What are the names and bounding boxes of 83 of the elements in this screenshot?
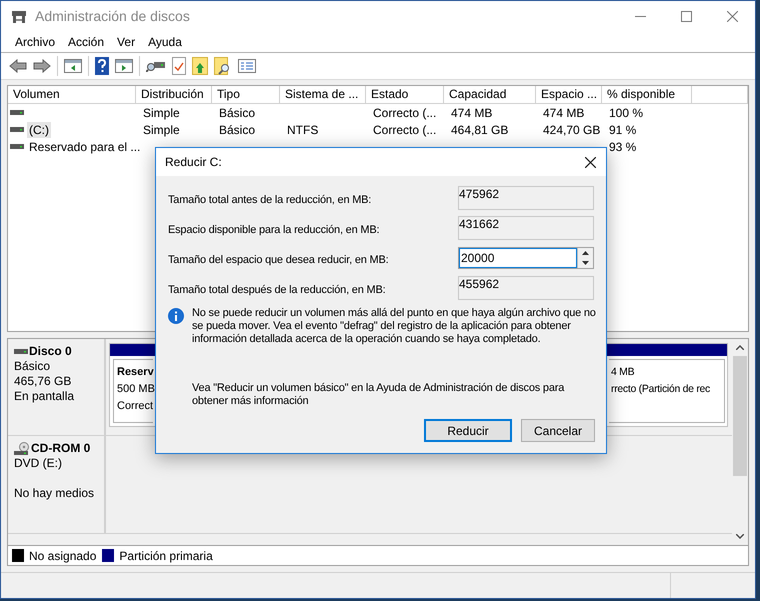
column-header[interactable]: % disponible [602, 86, 692, 103]
spin-up-icon[interactable] [582, 251, 589, 255]
table-cell-text: 464,81 GB [450, 122, 510, 138]
disk-name[interactable]: CD-ROM 0 [31, 441, 90, 456]
table-cell-text: Simple [142, 104, 181, 122]
cd-drive-icon [14, 442, 30, 456]
maximize-icon[interactable] [680, 11, 692, 22]
partition[interactable]: Reserv 500 MB Correct [113, 359, 153, 423]
legend-label: No asignado [29, 548, 96, 564]
menu-item[interactable]: Ver [111, 33, 142, 51]
field-label: Tamaño total después de la reducción, en MB: [168, 282, 386, 298]
table-cell-text: Simple [142, 122, 181, 138]
legend-label: Partición primaria [119, 548, 213, 564]
table-cell-text: Correcto (... [372, 104, 438, 122]
table-cell-text: 474 MB [542, 104, 586, 122]
table-cell-text: 100 % [608, 104, 644, 122]
help-text: Vea "Reducir un volumen básico" en la Ayuda de Administración de discos para obtener más información [192, 382, 566, 408]
scroll-up-icon[interactable] [736, 345, 744, 350]
column-header[interactable]: Capacidad [444, 86, 536, 103]
drive-icon [10, 126, 24, 132]
readonly-field: 431662 [458, 216, 594, 240]
table-cell-text: Básico [218, 104, 256, 122]
disk-detail: Básico [14, 359, 52, 374]
disk-detail: 465,76 GB [14, 374, 72, 389]
column-header[interactable]: Distribución [136, 86, 212, 103]
back-arrow-icon[interactable] [9, 59, 27, 73]
field-label: Espacio disponible para la reducción, en MB: [168, 222, 380, 238]
panel-icon[interactable] [115, 59, 133, 73]
menu-item[interactable]: Acción [62, 33, 110, 51]
close-icon[interactable] [585, 156, 596, 168]
readonly-field: 455962 [458, 276, 594, 300]
drive-icon [10, 144, 24, 150]
table-cell-text: 93 % [608, 138, 638, 156]
column-header[interactable]: Tipo [212, 86, 280, 103]
minimize-icon[interactable] [634, 15, 646, 18]
forward-arrow-icon[interactable] [33, 59, 51, 73]
menu-item[interactable]: Archivo [9, 33, 62, 51]
folder-up-icon[interactable] [192, 57, 208, 75]
column-header[interactable]: Estado [366, 86, 444, 103]
panel-icon[interactable] [64, 59, 82, 73]
checklist-icon[interactable] [172, 57, 186, 75]
partition[interactable]: 4 MB rrecto (Partición de rec [609, 359, 725, 423]
menu-item[interactable]: Ayuda [142, 33, 188, 51]
scroll-thumb[interactable] [733, 356, 747, 476]
media-status: No hay medios [14, 486, 96, 501]
column-header[interactable]: Volumen [8, 86, 136, 103]
readonly-field: 475962 [458, 186, 594, 210]
dialog-button[interactable]: Cancelar [521, 419, 595, 442]
volume-name[interactable]: (C:) [27, 122, 51, 138]
scrollbar[interactable] [732, 339, 748, 545]
partition-size: 4 MB [611, 365, 636, 380]
help-icon[interactable] [95, 57, 109, 75]
drive-icon [10, 110, 24, 116]
info-icon [168, 308, 184, 324]
partition-status: rrecto (Partición de rec [611, 382, 712, 397]
size-input[interactable]: 20000 [459, 248, 577, 268]
column-header[interactable]: Sistema de ... [280, 86, 366, 103]
disk-name[interactable]: Disco 0 [29, 344, 72, 359]
window-title: Administración de discos [35, 7, 190, 26]
partition-status: Correct [117, 399, 153, 414]
list-window-icon[interactable] [238, 59, 256, 73]
partition-title: Reserv [117, 365, 153, 380]
scroll-down-icon[interactable] [736, 534, 744, 539]
table-cell-text: 91 % [608, 122, 638, 138]
field-label: Tamaño del espacio que desea reducir, en MB: [168, 252, 390, 268]
table-cell-text: 474 MB [450, 104, 494, 122]
info-text: No se puede reducir un volumen más allá del punto en que haya algún archivo que no se pueda mover. Vea el evento "defrag" del registro de la aplicación para obtener información detallada acerca de la operación cuando se haya completado. [192, 307, 596, 346]
connect-icon[interactable] [146, 60, 166, 72]
partition-size: 500 MB [117, 382, 153, 397]
dialog-title: Reducir C: [165, 154, 222, 171]
disk-detail: DVD (E:) [14, 456, 63, 471]
table-cell-text: 424,70 GB [542, 122, 602, 138]
table-cell-text: NTFS [286, 122, 320, 138]
dialog-button[interactable]: Reducir [424, 419, 512, 442]
disk-drive-icon [11, 10, 27, 24]
table-cell-text: Correcto (... [372, 122, 438, 138]
field-label: Tamaño total antes de la reducción, en MB: [168, 192, 372, 208]
folder-search-icon[interactable] [214, 57, 232, 75]
disk-detail: En pantalla [14, 389, 76, 404]
table-cell-text: Básico [218, 122, 256, 138]
drive-icon [14, 348, 28, 354]
spin-down-icon[interactable] [582, 261, 589, 265]
column-header[interactable]: Espacio ... [536, 86, 602, 103]
